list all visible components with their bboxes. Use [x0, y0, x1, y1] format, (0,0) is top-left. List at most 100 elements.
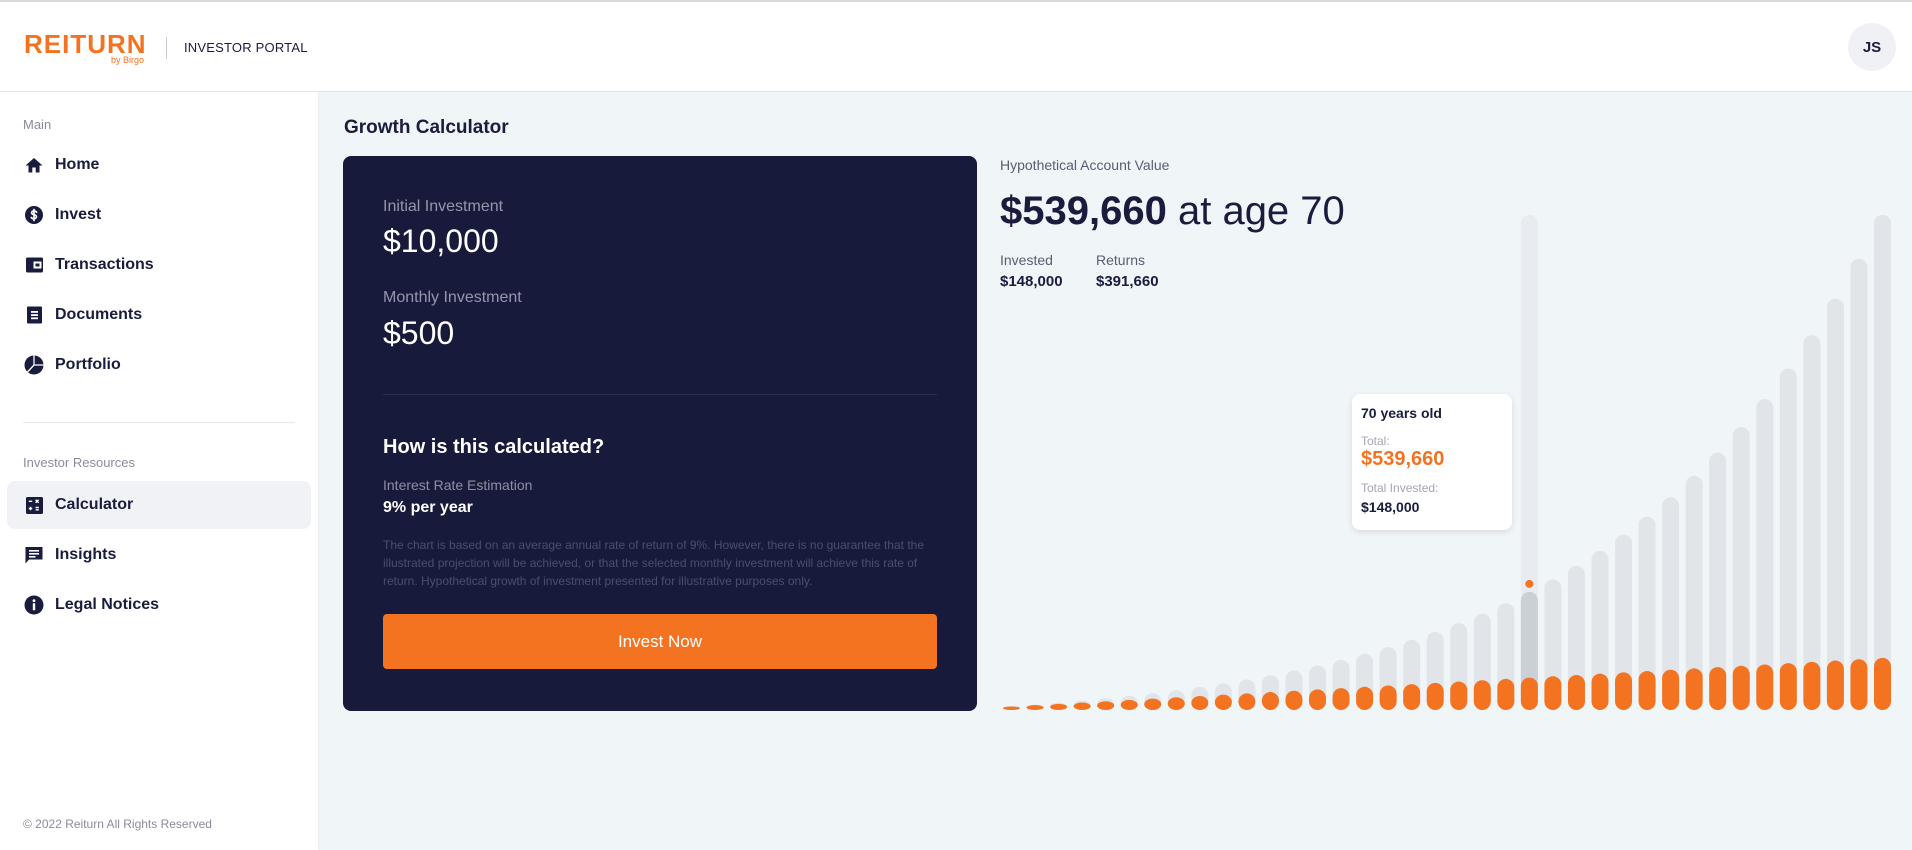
wallet-icon: [24, 255, 44, 275]
bar-invested[interactable]: [1709, 667, 1727, 710]
sidebar-item-label: Calculator: [55, 496, 134, 513]
hover-marker-dot: [1525, 579, 1534, 588]
chart-tooltip: 70 years old Total: $539,660 Total Inves…: [1352, 394, 1512, 530]
calculator-icon: [24, 495, 44, 515]
sidebar-item-home[interactable]: Home: [7, 141, 311, 189]
bar-invested[interactable]: [1567, 674, 1585, 710]
tooltip-invested-value: $148,000: [1361, 499, 1420, 515]
app-header: REITURN by Birgo INVESTOR PORTAL JS: [0, 2, 1912, 92]
bar-invested[interactable]: [1120, 699, 1138, 710]
sidebar-item-documents[interactable]: Documents: [7, 291, 311, 339]
bar-invested[interactable]: [1497, 678, 1515, 710]
sidebar-item-transactions[interactable]: Transactions: [7, 241, 311, 289]
bar-invested[interactable]: [1826, 660, 1844, 710]
bar-invested[interactable]: [1426, 682, 1444, 710]
sidebar-item-legal-notices[interactable]: Legal Notices: [7, 581, 311, 629]
bar-invested[interactable]: [1379, 685, 1397, 710]
card-divider: [383, 394, 937, 395]
page-title: Growth Calculator: [344, 117, 509, 138]
sidebar-item-insights[interactable]: Insights: [7, 531, 311, 579]
document-icon: [24, 305, 44, 325]
bar-invested[interactable]: [1873, 657, 1891, 710]
sidebar-divider: [23, 422, 295, 423]
bar-total[interactable]: [1873, 215, 1891, 710]
bar-invested[interactable]: [1473, 680, 1491, 710]
bar-invested[interactable]: [1097, 701, 1115, 710]
bar-invested[interactable]: [1615, 672, 1633, 710]
bar-invested[interactable]: [1003, 706, 1020, 710]
pie-chart-icon: [24, 355, 44, 375]
bar-total[interactable]: [1826, 298, 1844, 710]
monthly-investment-value[interactable]: $500: [383, 314, 454, 352]
tooltip-invested-label: Total Invested:: [1361, 481, 1439, 495]
header-divider: [166, 37, 167, 59]
info-icon: [24, 595, 44, 615]
bar-invested[interactable]: [1285, 690, 1303, 710]
bar-invested[interactable]: [1732, 665, 1750, 710]
bar-total[interactable]: [1779, 368, 1797, 710]
bar-invested[interactable]: [1332, 688, 1350, 710]
bar-invested[interactable]: [1191, 695, 1209, 710]
sidebar: Main Home Invest Transactions Documents: [0, 92, 319, 850]
bar-invested[interactable]: [1544, 676, 1562, 710]
sidebar-section-main: Main: [23, 117, 52, 132]
bar-invested[interactable]: [1403, 684, 1421, 710]
bar-total[interactable]: [1756, 399, 1774, 710]
bar-invested[interactable]: [1073, 702, 1091, 710]
sidebar-item-label: Transactions: [55, 256, 154, 273]
bar-invested[interactable]: [1803, 661, 1821, 710]
bar-invested[interactable]: [1756, 664, 1774, 710]
account-value-label: Hypothetical Account Value: [1000, 157, 1170, 173]
bar-invested[interactable]: [1261, 692, 1279, 710]
sidebar-item-calculator[interactable]: Calculator: [7, 481, 311, 529]
sidebar-main-nav: Home Invest Transactions Documents Portf…: [7, 141, 311, 391]
bar-invested[interactable]: [1214, 694, 1232, 710]
bar-invested[interactable]: [1026, 705, 1044, 710]
how-calculated-heading: How is this calculated?: [383, 436, 605, 458]
interest-rate-value: 9% per year: [383, 499, 473, 516]
interest-rate-label: Interest Rate Estimation: [383, 477, 533, 493]
sidebar-item-invest[interactable]: Invest: [7, 191, 311, 239]
bar-invested[interactable]: [1520, 677, 1538, 710]
disclaimer-text: The chart is based on an average annual …: [383, 538, 925, 588]
home-icon: [24, 155, 44, 175]
chat-icon: [24, 545, 44, 565]
sidebar-item-label: Legal Notices: [55, 596, 160, 613]
copyright-footer: © 2022 Reiturn All Rights Reserved: [23, 817, 212, 831]
bar-invested[interactable]: [1356, 686, 1374, 710]
bar-invested[interactable]: [1144, 698, 1162, 710]
dollar-circle-icon: [24, 205, 44, 225]
sidebar-item-label: Portfolio: [55, 356, 121, 373]
bar-invested[interactable]: [1238, 693, 1256, 710]
bar-invested[interactable]: [1638, 671, 1656, 710]
invest-now-button[interactable]: Invest Now: [383, 614, 937, 669]
initial-investment-label: Initial Investment: [383, 198, 504, 215]
sidebar-item-label: Documents: [55, 306, 143, 323]
sidebar-section-resources: Investor Resources: [23, 455, 135, 470]
sidebar-item-portfolio[interactable]: Portfolio: [7, 341, 311, 389]
logo-subtitle: by Birgo: [111, 55, 145, 65]
tooltip-total-value: $539,660: [1361, 448, 1445, 470]
logo[interactable]: REITURN: [24, 30, 147, 58]
bar-invested[interactable]: [1309, 689, 1327, 710]
bar-invested[interactable]: [1662, 669, 1680, 710]
calculator-card: Initial Investment $10,000 Monthly Inves…: [343, 156, 977, 711]
bar-invested[interactable]: [1167, 697, 1185, 710]
initial-investment-value[interactable]: $10,000: [383, 222, 499, 260]
sidebar-item-label: Invest: [55, 206, 102, 223]
sidebar-item-label: Insights: [55, 546, 117, 563]
portal-label: INVESTOR PORTAL: [184, 40, 308, 55]
bar-invested[interactable]: [1685, 668, 1703, 710]
user-avatar[interactable]: JS: [1848, 23, 1896, 71]
bar-total[interactable]: [1803, 335, 1821, 710]
bar-total[interactable]: [1850, 258, 1868, 710]
bar-invested[interactable]: [1450, 681, 1468, 710]
bar-invested[interactable]: [1850, 659, 1868, 710]
bar-invested[interactable]: [1591, 673, 1609, 710]
monthly-investment-label: Monthly Investment: [383, 289, 522, 306]
hover-marker-layer: [1525, 579, 1534, 588]
tooltip-age: 70 years old: [1361, 405, 1442, 421]
sidebar-resources-nav: Calculator Insights Legal Notices: [7, 481, 311, 631]
bar-invested[interactable]: [1050, 703, 1068, 710]
bar-invested[interactable]: [1779, 663, 1797, 710]
